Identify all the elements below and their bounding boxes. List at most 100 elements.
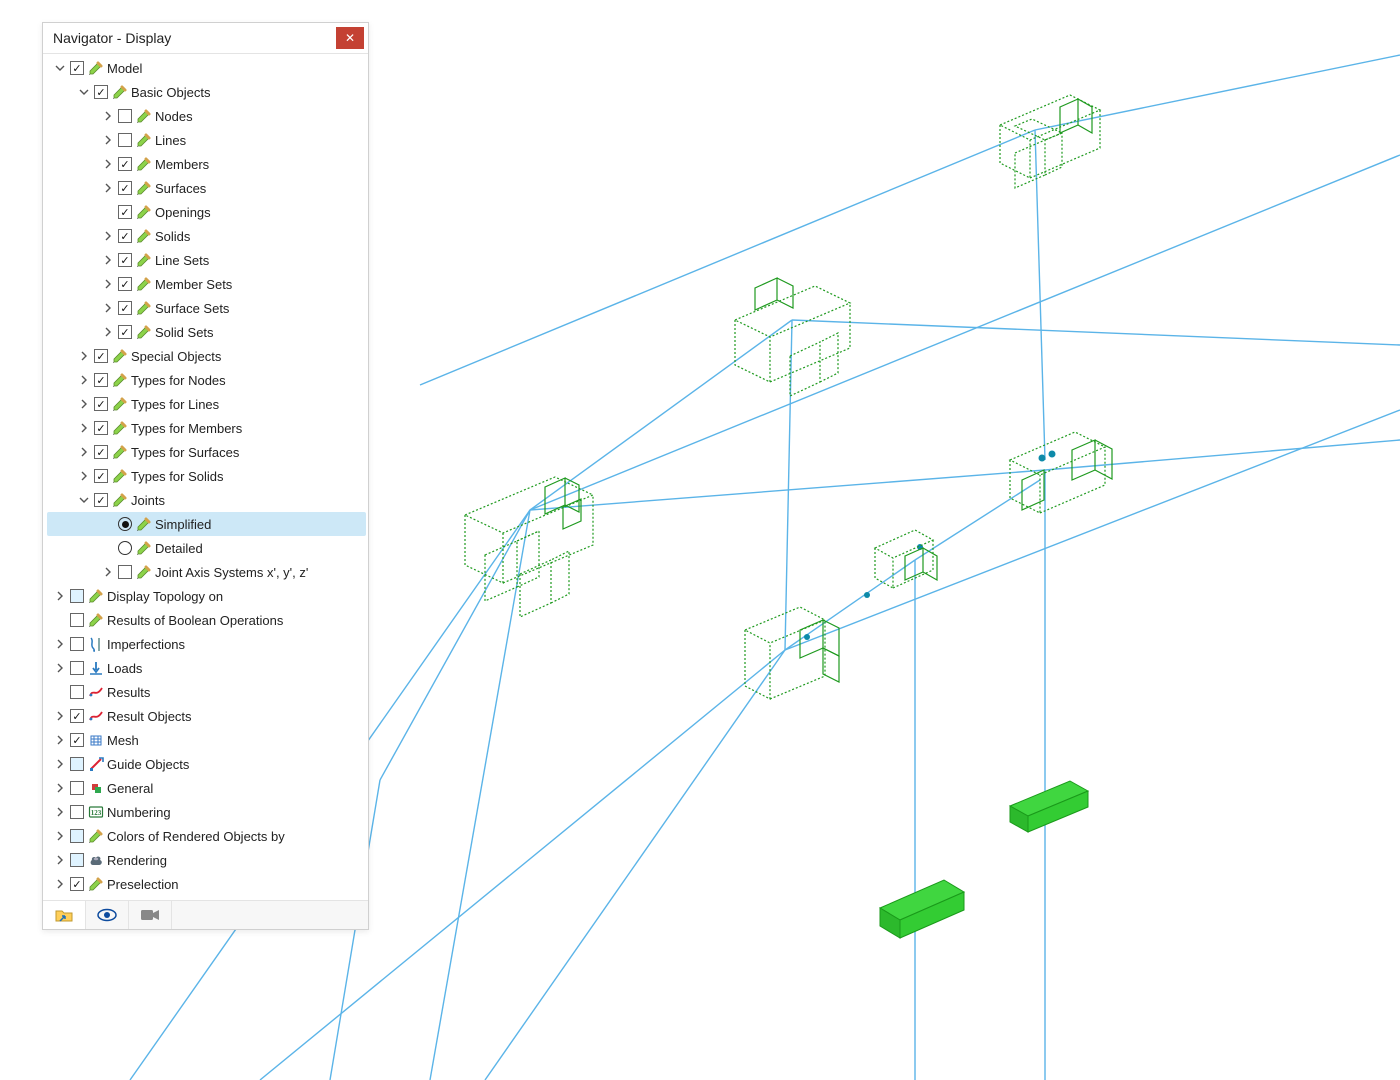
checkbox[interactable] xyxy=(70,757,84,771)
footer-tab-camera[interactable] xyxy=(129,901,172,929)
chevron-right-icon[interactable] xyxy=(53,877,67,891)
navigator-tree[interactable]: ✓Model✓Basic ObjectsNodesLines✓Members✓S… xyxy=(43,54,368,900)
chevron-right-icon[interactable] xyxy=(53,733,67,747)
checkbox[interactable] xyxy=(70,589,84,603)
footer-tab-views[interactable] xyxy=(86,901,129,929)
tree-row[interactable]: ✓Surface Sets xyxy=(47,296,366,320)
checkbox[interactable]: ✓ xyxy=(94,373,108,387)
checkbox[interactable]: ✓ xyxy=(70,61,84,75)
checkbox[interactable]: ✓ xyxy=(118,229,132,243)
chevron-right-icon[interactable] xyxy=(77,421,91,435)
checkbox[interactable]: ✓ xyxy=(70,733,84,747)
tree-row[interactable]: ✓Solids xyxy=(47,224,366,248)
checkbox[interactable]: ✓ xyxy=(118,301,132,315)
tree-row[interactable]: Simplified xyxy=(47,512,366,536)
tree-row[interactable]: ✓Types for Members xyxy=(47,416,366,440)
tree-row[interactable]: ✓Types for Surfaces xyxy=(47,440,366,464)
radio-button[interactable] xyxy=(118,541,132,555)
tree-row[interactable]: ✓Types for Solids xyxy=(47,464,366,488)
tree-row[interactable]: ✓Basic Objects xyxy=(47,80,366,104)
tree-row[interactable]: General xyxy=(47,776,366,800)
checkbox[interactable] xyxy=(70,613,84,627)
checkbox[interactable]: ✓ xyxy=(94,85,108,99)
tree-row[interactable]: ✓Member Sets xyxy=(47,272,366,296)
chevron-right-icon[interactable] xyxy=(101,133,115,147)
tree-row[interactable]: Rendering xyxy=(47,848,366,872)
tree-row[interactable]: Nodes xyxy=(47,104,366,128)
checkbox[interactable]: ✓ xyxy=(118,277,132,291)
chevron-right-icon[interactable] xyxy=(53,853,67,867)
checkbox[interactable] xyxy=(118,565,132,579)
checkbox[interactable] xyxy=(70,685,84,699)
close-button[interactable]: ✕ xyxy=(336,27,364,49)
chevron-right-icon[interactable] xyxy=(101,253,115,267)
checkbox[interactable]: ✓ xyxy=(94,493,108,507)
chevron-right-icon[interactable] xyxy=(53,757,67,771)
checkbox[interactable]: ✓ xyxy=(94,445,108,459)
checkbox[interactable] xyxy=(70,661,84,675)
radio-button[interactable] xyxy=(118,517,132,531)
chevron-right-icon[interactable] xyxy=(77,469,91,483)
chevron-right-icon[interactable] xyxy=(101,565,115,579)
checkbox[interactable]: ✓ xyxy=(94,421,108,435)
chevron-right-icon[interactable] xyxy=(53,829,67,843)
chevron-down-icon[interactable] xyxy=(77,85,91,99)
tree-row[interactable]: Display Topology on xyxy=(47,584,366,608)
checkbox[interactable] xyxy=(118,109,132,123)
tree-row[interactable]: Results of Boolean Operations xyxy=(47,608,366,632)
checkbox[interactable]: ✓ xyxy=(118,181,132,195)
tree-row[interactable]: 123Numbering xyxy=(47,800,366,824)
tree-row[interactable]: ✓Mesh xyxy=(47,728,366,752)
tree-row[interactable]: ✓Types for Lines xyxy=(47,392,366,416)
footer-tab-project[interactable] xyxy=(43,901,86,929)
checkbox[interactable]: ✓ xyxy=(118,325,132,339)
checkbox[interactable]: ✓ xyxy=(118,157,132,171)
tree-row[interactable]: ✓Members xyxy=(47,152,366,176)
checkbox[interactable] xyxy=(70,781,84,795)
tree-row[interactable]: ✓Line Sets xyxy=(47,248,366,272)
checkbox[interactable] xyxy=(70,853,84,867)
checkbox[interactable]: ✓ xyxy=(94,397,108,411)
tree-row[interactable]: ✓Joints xyxy=(47,488,366,512)
chevron-right-icon[interactable] xyxy=(101,109,115,123)
checkbox[interactable]: ✓ xyxy=(94,349,108,363)
tree-row[interactable]: ✓Result Objects xyxy=(47,704,366,728)
chevron-right-icon[interactable] xyxy=(77,445,91,459)
chevron-right-icon[interactable] xyxy=(53,589,67,603)
tree-row[interactable]: ✓Model xyxy=(47,56,366,80)
tree-row[interactable]: ✓Surfaces xyxy=(47,176,366,200)
tree-row[interactable]: Lines xyxy=(47,128,366,152)
checkbox[interactable] xyxy=(70,637,84,651)
chevron-right-icon[interactable] xyxy=(53,661,67,675)
chevron-right-icon[interactable] xyxy=(53,637,67,651)
tree-row[interactable]: ✓Special Objects xyxy=(47,344,366,368)
chevron-down-icon[interactable] xyxy=(77,493,91,507)
checkbox[interactable]: ✓ xyxy=(94,469,108,483)
chevron-right-icon[interactable] xyxy=(77,397,91,411)
tree-row[interactable]: Loads xyxy=(47,656,366,680)
checkbox[interactable]: ✓ xyxy=(70,709,84,723)
tree-row[interactable]: Guide Objects xyxy=(47,752,366,776)
tree-row[interactable]: ✓Types for Nodes xyxy=(47,368,366,392)
checkbox[interactable] xyxy=(70,805,84,819)
chevron-right-icon[interactable] xyxy=(53,805,67,819)
chevron-down-icon[interactable] xyxy=(53,61,67,75)
tree-row[interactable]: Detailed xyxy=(47,536,366,560)
tree-row[interactable]: ✓Openings xyxy=(47,200,366,224)
tree-row[interactable]: Colors of Rendered Objects by xyxy=(47,824,366,848)
checkbox[interactable]: ✓ xyxy=(118,205,132,219)
checkbox[interactable]: ✓ xyxy=(70,877,84,891)
tree-row[interactable]: ✓Preselection xyxy=(47,872,366,896)
checkbox[interactable] xyxy=(118,133,132,147)
chevron-right-icon[interactable] xyxy=(77,373,91,387)
checkbox[interactable] xyxy=(70,829,84,843)
tree-row[interactable]: Joint Axis Systems x', y', z' xyxy=(47,560,366,584)
chevron-right-icon[interactable] xyxy=(77,349,91,363)
chevron-right-icon[interactable] xyxy=(101,325,115,339)
tree-row[interactable]: ✓Solid Sets xyxy=(47,320,366,344)
chevron-right-icon[interactable] xyxy=(101,157,115,171)
chevron-right-icon[interactable] xyxy=(101,229,115,243)
checkbox[interactable]: ✓ xyxy=(118,253,132,267)
chevron-right-icon[interactable] xyxy=(101,301,115,315)
chevron-right-icon[interactable] xyxy=(53,709,67,723)
